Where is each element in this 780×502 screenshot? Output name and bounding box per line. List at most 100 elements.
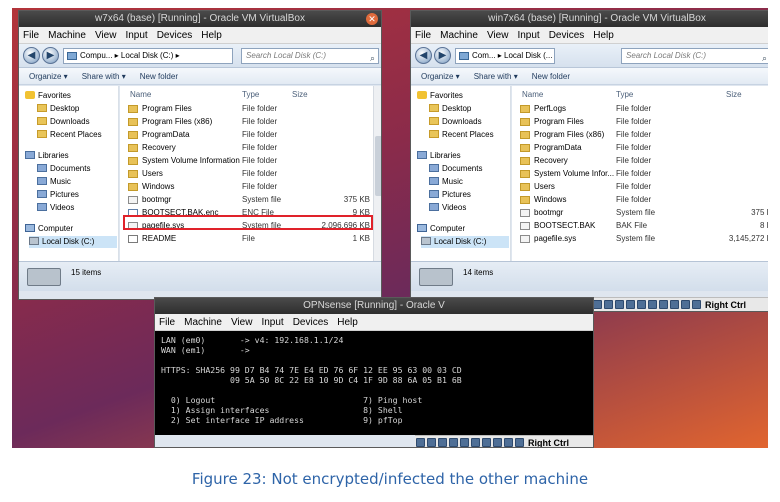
recording-icon[interactable] [659,300,668,309]
keyboard-icon[interactable] [515,438,524,447]
nav-downloads[interactable]: Downloads [37,116,90,128]
menu-machine[interactable]: Machine [184,317,222,328]
keyboard-icon[interactable] [692,300,701,309]
nav-local-disk[interactable]: Local Disk (C:) [29,236,117,248]
menu-file[interactable]: File [159,317,175,328]
column-type[interactable]: Type [616,90,633,99]
vm-window-win7x64[interactable]: win7x64 (base) [Running] - Oracle VM Vir… [410,10,768,312]
back-icon[interactable]: ◀ [23,47,40,64]
menu-file[interactable]: File [23,30,39,41]
menu-help[interactable]: Help [201,30,222,41]
vm2-title-bar[interactable]: win7x64 (base) [Running] - Oracle VM Vir… [411,11,768,27]
column-size[interactable]: Size [726,90,742,99]
menu-devices[interactable]: Devices [549,30,585,41]
file-row[interactable]: PerfLogs File folder [520,102,768,115]
menu-input[interactable]: Input [517,30,539,41]
back-icon[interactable]: ◀ [415,47,432,64]
nav-desktop[interactable]: Desktop [37,103,79,115]
console-screen[interactable]: LAN (em0) -> v4: 192.168.1.1/24 WAN (em1)… [155,331,593,435]
cpu-icon[interactable] [504,438,513,447]
menu-help[interactable]: Help [593,30,614,41]
nav-desktop[interactable]: Desktop [429,103,471,115]
vm2-search-input[interactable]: Search Local Disk (C:) ⌕ [621,48,768,64]
menu-view[interactable]: View [95,30,117,41]
file-row[interactable]: Users File folder [128,167,370,180]
scroll-thumb[interactable] [375,136,381,196]
nav-downloads[interactable]: Downloads [429,116,482,128]
file-row[interactable]: Program Files File folder [128,102,370,115]
file-row[interactable]: Windows File folder [520,193,768,206]
vm1-address-bar[interactable]: Compu... ▸ Local Disk (C:) ▸ [63,48,233,64]
optical-drive-icon[interactable] [427,438,436,447]
nav-videos[interactable]: Videos [429,202,466,214]
audio-icon[interactable] [438,438,447,447]
menu-input[interactable]: Input [125,30,147,41]
new-folder-button[interactable]: New folder [532,72,570,81]
network-icon[interactable] [449,438,458,447]
usb-icon[interactable] [460,438,469,447]
close-icon[interactable]: ✕ [366,13,378,25]
forward-icon[interactable]: ▶ [42,47,59,64]
menu-view[interactable]: View [231,317,253,328]
hdd-icon[interactable] [416,438,425,447]
menu-help[interactable]: Help [337,317,358,328]
organize-button[interactable]: Organize ▾ [29,72,68,81]
nav-libraries[interactable]: Libraries [25,150,69,162]
menu-machine[interactable]: Machine [48,30,86,41]
nav-computer[interactable]: Computer [417,223,465,235]
nav-pictures[interactable]: Pictures [37,189,79,201]
forward-icon[interactable]: ▶ [434,47,451,64]
display-icon[interactable] [482,438,491,447]
menu-input[interactable]: Input [261,317,283,328]
file-row[interactable]: bootmgr System file 375 KB [128,193,370,206]
nav-favorites[interactable]: Favorites [25,90,71,102]
vm3-title-bar[interactable]: OPNsense [Running] - Oracle V [155,298,593,314]
share-with-button[interactable]: Share with ▾ [474,72,518,81]
menu-machine[interactable]: Machine [440,30,478,41]
mouse-integration-icon[interactable] [681,300,690,309]
nav-recent-places[interactable]: Recent Places [429,129,494,141]
file-row[interactable]: README File 1 KB [128,232,370,245]
vm1-scrollbar[interactable] [373,86,381,261]
nav-music[interactable]: Music [37,176,71,188]
nav-pictures[interactable]: Pictures [429,189,471,201]
file-row[interactable]: BOOTSECT.BAK BAK File 8 K [520,219,768,232]
column-name[interactable]: Name [522,90,543,99]
audio-icon[interactable] [604,300,613,309]
optical-drive-icon[interactable] [593,300,602,309]
column-type[interactable]: Type [242,90,259,99]
nav-recent-places[interactable]: Recent Places [37,129,102,141]
menu-devices[interactable]: Devices [157,30,193,41]
file-row[interactable]: bootmgr System file 375 K [520,206,768,219]
menu-devices[interactable]: Devices [293,317,329,328]
file-row[interactable]: Recovery File folder [520,154,768,167]
new-folder-button[interactable]: New folder [140,72,178,81]
nav-local-disk[interactable]: Local Disk (C:) [421,236,509,248]
recording-icon[interactable] [493,438,502,447]
nav-videos[interactable]: Videos [37,202,74,214]
file-row[interactable]: Program Files File folder [520,115,768,128]
nav-favorites[interactable]: Favorites [417,90,463,102]
file-row[interactable]: Recovery File folder [128,141,370,154]
nav-computer[interactable]: Computer [25,223,73,235]
column-name[interactable]: Name [130,90,151,99]
shared-folder-icon[interactable] [637,300,646,309]
usb-icon[interactable] [626,300,635,309]
vm-window-w7x64[interactable]: w7x64 (base) [Running] - Oracle VM Virtu… [18,10,382,300]
nav-documents[interactable]: Documents [429,163,482,175]
shared-folder-icon[interactable] [471,438,480,447]
file-row[interactable]: pagefile.sys System file 3,145,272 K [520,232,768,245]
nav-music[interactable]: Music [429,176,463,188]
file-row[interactable]: Program Files (x86) File folder [128,115,370,128]
file-row[interactable]: ProgramData File folder [128,128,370,141]
vm1-search-input[interactable]: Search Local Disk (C:) ⌕ [241,48,379,64]
nav-libraries[interactable]: Libraries [417,150,461,162]
display-icon[interactable] [648,300,657,309]
file-row[interactable]: System Volume Infor... File folder [520,167,768,180]
menu-view[interactable]: View [487,30,509,41]
organize-button[interactable]: Organize ▾ [421,72,460,81]
vm1-title-bar[interactable]: w7x64 (base) [Running] - Oracle VM Virtu… [19,11,381,27]
column-size[interactable]: Size [292,90,308,99]
network-icon[interactable] [615,300,624,309]
share-with-button[interactable]: Share with ▾ [82,72,126,81]
